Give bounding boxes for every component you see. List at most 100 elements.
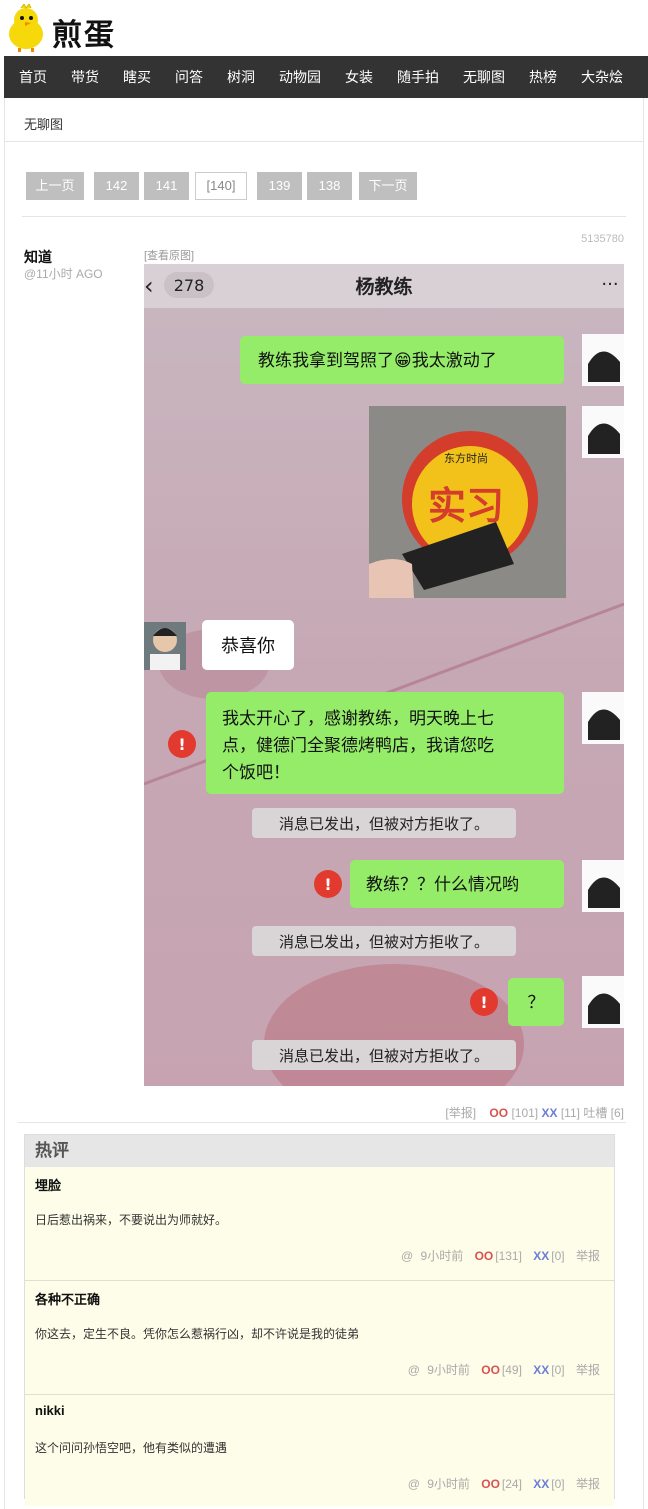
comment-time: 9小时前 [420, 1249, 464, 1263]
xx-vote-button[interactable]: XX [533, 1363, 549, 1377]
xx-count: [0] [551, 1249, 565, 1263]
user-avatar [582, 976, 624, 1028]
post-vote-bar: [举报] OO [101] XX [11] 吐槽 [6] [445, 1104, 624, 1121]
site-header: 煎蛋 [0, 0, 648, 56]
comment-text: 这个问问孙悟空吧，他有类似的遭遇 [35, 1441, 228, 1455]
breadcrumb[interactable]: 无聊图 [24, 114, 63, 133]
nav-item-wenda[interactable]: 问答 [175, 56, 203, 98]
comment-item: nikki 这个问问孙悟空吧，他有类似的遭遇 @ 9小时前 OO [24] XX[… [25, 1395, 614, 1506]
report-link[interactable]: 举报 [576, 1363, 600, 1377]
user-avatar [582, 692, 624, 744]
xx-count: [0] [551, 1477, 565, 1491]
post-time: @11小时 AGO [24, 267, 103, 281]
chat-message: 恭喜你 [221, 636, 275, 657]
contact-avatar [144, 622, 186, 670]
chick-logo-icon[interactable] [4, 4, 48, 52]
nav-item-wuliaotu[interactable]: 无聊图 [463, 56, 505, 98]
divider [4, 141, 644, 142]
comment-text: 日后惹出祸来，不要说出为师就好。 [35, 1213, 228, 1227]
reply-at-button[interactable]: @ [408, 1477, 420, 1491]
nav-item-daihuo[interactable]: 带货 [71, 56, 99, 98]
comment-item: 埋脸 日后惹出祸来，不要说出为师就好。 @ 9小时前 OO [131] XX [0]… [25, 1167, 614, 1281]
oo-count: [101] [511, 1106, 539, 1120]
comment-author[interactable]: 各种不正确 [35, 1289, 100, 1308]
nav-item-shudong[interactable]: 树洞 [227, 56, 255, 98]
reply-at-button[interactable]: @ [408, 1363, 420, 1377]
divider [18, 1122, 626, 1123]
chat-contact-name: 杨教练 [355, 275, 412, 298]
chat-message: 个饭吧！ [222, 763, 290, 783]
nav-item-suishoupai[interactable]: 随手拍 [397, 56, 439, 98]
oo-count: [131] [495, 1249, 522, 1263]
oo-count: [24] [501, 1477, 522, 1491]
tucao-link[interactable]: 吐槽 [6] [583, 1106, 624, 1120]
comment-meta: @ 9小时前 OO [49] XX [0] 举报 [400, 1361, 600, 1378]
next-page-button[interactable]: 下一页 [359, 172, 417, 200]
user-avatar [582, 860, 624, 912]
xx-vote-button[interactable]: XX [533, 1249, 549, 1263]
svg-text:!: ! [324, 875, 331, 894]
chat-photo: 东方时尚 实习 [369, 406, 566, 598]
more-icon: ··· [601, 274, 618, 295]
sign-small-text: 东方时尚 [444, 451, 488, 465]
report-link[interactable]: [举报] [445, 1106, 476, 1120]
page-138-button[interactable]: 138 [307, 172, 352, 200]
xx-count: [11] [560, 1106, 580, 1120]
nav-item-xiamai[interactable]: 瞎买 [123, 56, 151, 98]
nav-item-zoo[interactable]: 动物园 [279, 56, 321, 98]
xx-vote-button[interactable]: XX [541, 1106, 557, 1120]
system-notice: 消息已发出，但被对方拒收了。 [279, 815, 489, 833]
site-logo-text[interactable]: 煎蛋 [52, 10, 116, 54]
hot-comments-title: 热评 [25, 1135, 614, 1167]
back-arrow-icon: ‹ [144, 272, 154, 300]
report-link[interactable]: 举报 [576, 1477, 600, 1491]
current-page-indicator: [140] [195, 172, 247, 200]
chat-message: 教练？？什么情况哟 [366, 875, 519, 895]
page-139-button[interactable]: 139 [257, 172, 302, 200]
hot-comments: 热评 埋脸 日后惹出祸来，不要说出为师就好。 @ 9小时前 OO [131] XX… [24, 1134, 615, 1506]
user-avatar [582, 406, 624, 458]
svg-text:!: ! [480, 993, 487, 1012]
chat-message: 我太开心了，感谢教练，明天晚上七 [222, 709, 494, 729]
oo-vote-button[interactable]: OO [475, 1249, 494, 1263]
comment-meta: @ 9小时前 OO [131] XX [0] 举报 [393, 1247, 600, 1264]
main-nav: 首页 带货 瞎买 问答 树洞 动物园 女装 随手拍 无聊图 热榜 大杂烩 [4, 56, 648, 98]
comment-time: 9小时前 [427, 1477, 470, 1491]
reply-at-button[interactable]: @ [401, 1249, 413, 1263]
view-original-link[interactable]: [查看原图] [144, 247, 194, 263]
comment-author[interactable]: nikki [35, 1403, 65, 1418]
nav-item-dazahui[interactable]: 大杂烩 [581, 56, 623, 98]
comment-time: 9小时前 [427, 1363, 470, 1377]
oo-vote-button[interactable]: OO [481, 1477, 500, 1491]
chat-message: ？ [528, 993, 545, 1013]
oo-vote-button[interactable]: OO [489, 1106, 508, 1120]
sign-big-text: 实习 [428, 484, 504, 528]
divider [22, 216, 626, 217]
post-image[interactable]: ‹ 278 杨教练 ··· 教练我拿到驾照了😁我太激动了 东方时尚 实习 恭喜你… [144, 264, 624, 1086]
xx-count: [0] [551, 1363, 565, 1377]
comment-meta: @ 9小时前 OO [24] XX [0] 举报 [400, 1475, 600, 1492]
xx-vote-button[interactable]: XX [533, 1477, 549, 1491]
post-author[interactable]: 知道 [24, 247, 52, 267]
chat-message: 点，健德门全聚德烤鸭店，我请您吃 [222, 736, 494, 756]
comment-item: 各种不正确 你这去，定生不良。凭你怎么惹祸行凶，却不许说是我的徒弟 @ 9小时前… [25, 1281, 614, 1395]
comment-author[interactable]: 埋脸 [35, 1175, 61, 1194]
nav-item-home[interactable]: 首页 [19, 56, 47, 98]
system-notice: 消息已发出，但被对方拒收了。 [279, 933, 489, 951]
nav-item-nvzhuang[interactable]: 女装 [345, 56, 373, 98]
comment-text: 你这去，定生不良。凭你怎么惹祸行凶，却不许说是我的徒弟 [35, 1327, 360, 1341]
chat-unread-count: 278 [174, 276, 205, 295]
nav-item-rebang[interactable]: 热榜 [529, 56, 557, 98]
prev-page-button[interactable]: 上一页 [26, 172, 84, 200]
post-id[interactable]: 5135780 [581, 233, 624, 245]
svg-text:!: ! [178, 735, 185, 754]
chat-message: 教练我拿到驾照了😁我太激动了 [258, 350, 497, 371]
oo-vote-button[interactable]: OO [481, 1363, 500, 1377]
chat-screenshot: ‹ 278 杨教练 ··· 教练我拿到驾照了😁我太激动了 东方时尚 实习 恭喜你… [144, 264, 624, 1086]
page-142-button[interactable]: 142 [94, 172, 139, 200]
oo-count: [49] [501, 1363, 522, 1377]
report-link[interactable]: 举报 [576, 1249, 600, 1263]
user-avatar [582, 334, 624, 386]
system-notice: 消息已发出，但被对方拒收了。 [279, 1047, 489, 1065]
page-141-button[interactable]: 141 [144, 172, 189, 200]
